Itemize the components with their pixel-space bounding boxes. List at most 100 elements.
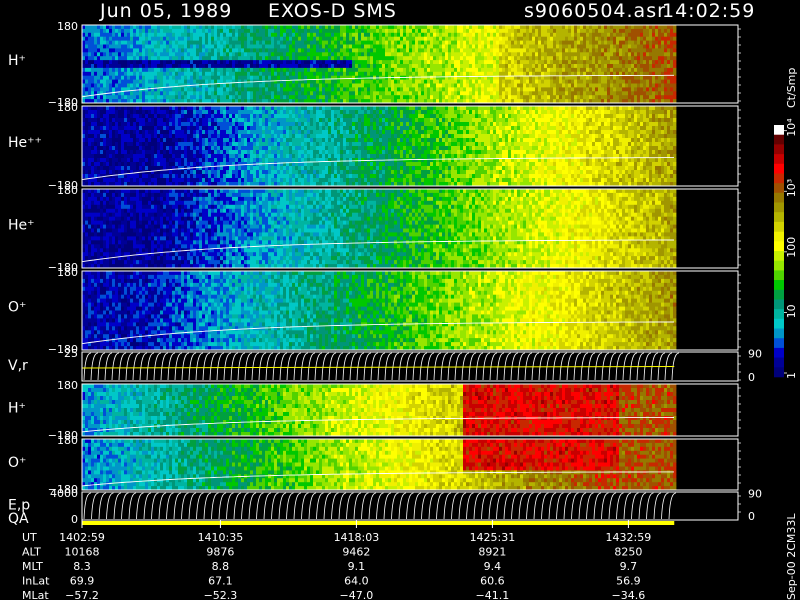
heatmap-cell [253, 48, 256, 52]
heatmap-cell [244, 41, 247, 45]
heatmap-cell [106, 118, 109, 122]
heatmap-cell [604, 33, 607, 37]
heatmap-cell [583, 56, 586, 60]
heatmap-cell [328, 48, 331, 52]
heatmap-cell [337, 52, 340, 56]
heatmap-cell [589, 45, 592, 49]
heatmap-cell [610, 41, 613, 45]
heatmap-cell [181, 48, 184, 52]
heatmap-cell [205, 25, 208, 29]
heatmap-cell [343, 25, 346, 29]
heatmap-cell [394, 33, 397, 37]
heatmap-cell [490, 87, 493, 91]
heatmap-cell [388, 84, 391, 88]
heatmap-cell [118, 60, 121, 64]
heatmap-cell [217, 91, 220, 95]
heatmap-cell [523, 25, 526, 29]
heatmap-cell [253, 25, 256, 29]
heatmap-cell [193, 68, 196, 72]
heatmap-cell [319, 91, 322, 95]
heatmap-cell [400, 68, 403, 72]
heatmap-cell [289, 68, 292, 72]
heatmap-cell [562, 84, 565, 88]
heatmap-cell [541, 37, 544, 41]
heatmap-cell [136, 126, 139, 130]
heatmap-cell [94, 170, 97, 174]
heatmap-cell [583, 95, 586, 99]
heatmap-cell [589, 48, 592, 52]
heatmap-cell [145, 91, 148, 95]
heatmap-cell [568, 76, 571, 80]
heatmap-cell [400, 95, 403, 99]
heatmap-cell [205, 106, 208, 110]
heatmap-cell [115, 126, 118, 130]
heatmap-cell [667, 64, 670, 68]
heatmap-cell [451, 29, 454, 33]
heatmap-cell [502, 29, 505, 33]
heatmap-cell [91, 114, 94, 118]
heatmap-cell [517, 37, 520, 41]
heatmap-cell [514, 33, 517, 37]
heatmap-cell [595, 29, 598, 33]
heatmap-cell [163, 142, 166, 146]
heatmap-cell [118, 134, 121, 138]
heatmap-cell [199, 68, 202, 72]
heatmap-cell [151, 178, 154, 182]
heatmap-cell [388, 60, 391, 64]
heatmap-cell [400, 91, 403, 95]
heatmap-cell [655, 84, 658, 88]
heatmap-cell [85, 60, 88, 64]
heatmap-cell [166, 130, 169, 134]
heatmap-cell [340, 95, 343, 99]
heatmap-cell [286, 60, 289, 64]
heatmap-cell [415, 91, 418, 95]
heatmap-cell [151, 142, 154, 146]
heatmap-cell [613, 25, 616, 29]
heatmap-cell [223, 138, 226, 142]
heatmap-cell [427, 25, 430, 29]
heatmap-cell [355, 56, 358, 60]
heatmap-cell [628, 84, 631, 88]
heatmap-cell [655, 76, 658, 80]
heatmap-cell [109, 33, 112, 37]
heatmap-cell [247, 76, 250, 80]
heatmap-cell [538, 41, 541, 45]
heatmap-cell [187, 130, 190, 134]
heatmap-cell [406, 80, 409, 84]
heatmap-cell [118, 33, 121, 37]
heatmap-cell [118, 138, 121, 142]
heatmap-cell [262, 41, 265, 45]
heatmap-cell [346, 45, 349, 49]
heatmap-cell [139, 114, 142, 118]
heatmap-cell [607, 29, 610, 33]
heatmap-cell [106, 56, 109, 60]
heatmap-cell [673, 41, 676, 45]
heatmap-cell [646, 64, 649, 68]
heatmap-cell [214, 87, 217, 91]
heatmap-cell [196, 178, 199, 182]
heatmap-cell [319, 87, 322, 91]
heatmap-cell [361, 68, 364, 72]
heatmap-cell [415, 76, 418, 80]
heatmap-cell [652, 37, 655, 41]
heatmap-cell [172, 170, 175, 174]
heatmap-cell [193, 60, 196, 64]
heatmap-cell [208, 52, 211, 56]
heatmap-cell [229, 95, 232, 99]
heatmap-cell [100, 114, 103, 118]
heatmap-cell [664, 80, 667, 84]
heatmap-cell [175, 162, 178, 166]
heatmap-cell [175, 48, 178, 52]
heatmap-cell [517, 33, 520, 37]
heatmap-cell [343, 52, 346, 56]
heatmap-cell [184, 122, 187, 126]
heatmap-cell [88, 48, 91, 52]
heatmap-cell [226, 91, 229, 95]
heatmap-cell [85, 29, 88, 33]
heatmap-cell [547, 68, 550, 72]
heatmap-cell [103, 87, 106, 91]
heatmap-cell [412, 95, 415, 99]
heatmap-cell [106, 114, 109, 118]
heatmap-cell [421, 72, 424, 76]
heatmap-cell [667, 91, 670, 95]
